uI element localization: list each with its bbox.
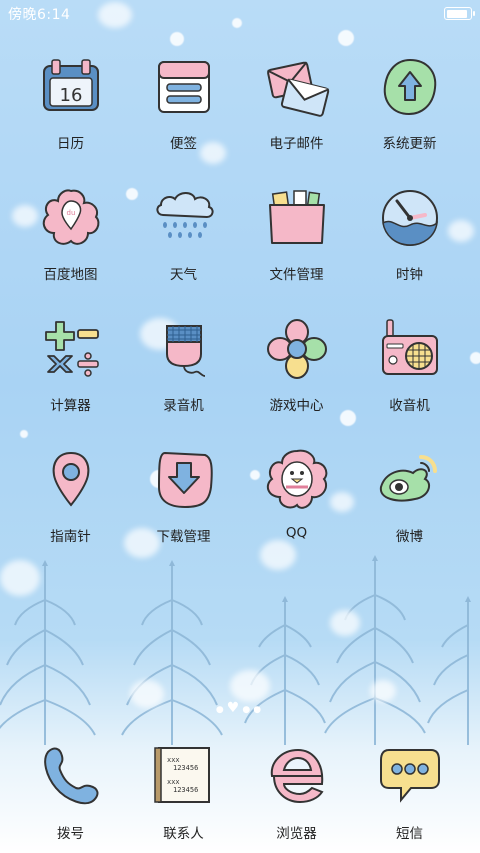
chat-bubble-icon [379,749,440,803]
app-clock[interactable]: 时钟 [353,185,466,295]
battery-icon [444,7,475,20]
app-label: 游戏中心 [269,398,324,414]
folder-icon [268,190,325,244]
calendar-date: 16 [59,85,82,106]
rain-cloud-icon [155,192,214,238]
clock-icon [381,190,438,246]
app-label: 下载管理 [156,529,211,545]
battery-level [446,9,467,18]
app-baidu-maps[interactable]: du 百度地图 [14,185,127,295]
app-label: QQ [285,525,308,541]
penguin-icon [266,449,327,509]
app-notes[interactable]: 便签 [127,54,240,164]
download-icon [157,451,213,509]
app-label: 日历 [57,136,84,152]
app-label: 系统更新 [382,136,437,152]
calendar-icon: 16 [42,59,99,111]
app-label: 时钟 [396,267,423,283]
phone-icon [43,747,98,805]
app-label: 联系人 [163,826,204,842]
app-label: 收音机 [389,398,430,414]
app-label: 百度地图 [43,267,98,283]
app-label: 微博 [396,529,423,545]
app-dialer[interactable]: 拨号 [14,742,127,852]
map-flower-icon: du [42,189,99,245]
dock: 拨号 xxx 123456 xxx 123456 联系人 浏览器 短信 [14,742,466,847]
app-recorder[interactable]: 录音机 [127,316,240,426]
app-download-manager[interactable]: 下载管理 [127,447,240,557]
app-calculator[interactable]: 计算器 [14,316,127,426]
app-label: 电子邮件 [269,136,324,152]
app-label: 短信 [396,826,423,842]
notes-icon [157,61,210,113]
flower-icon [266,319,327,379]
app-contacts[interactable]: xxx 123456 xxx 123456 联系人 [127,742,240,852]
microphone-icon [165,325,205,377]
app-label: 文件管理 [269,267,324,283]
svg-text:xxx: xxx [167,756,180,764]
contacts-card-icon: xxx 123456 xxx 123456 [153,747,210,803]
app-label: 浏览器 [276,826,317,842]
radio-icon [381,319,438,375]
app-weibo[interactable]: 微博 [353,447,466,557]
update-arrow-icon [383,58,436,116]
page-dot: ● [242,705,254,715]
app-calendar[interactable]: 16 日历 [14,54,127,164]
app-file-manager[interactable]: 文件管理 [240,185,353,295]
app-email[interactable]: 电子邮件 [240,54,353,164]
page-dot: ● [215,705,227,715]
app-label: 指南针 [50,529,91,545]
location-pin-icon [52,451,89,507]
page-indicator[interactable]: ●♥●● [0,700,480,716]
app-label: 拨号 [57,826,84,842]
app-label: 天气 [170,267,197,283]
status-bar: 傍晚6:14 [0,0,480,28]
page-dot-current-heart-icon: ♥ [226,700,243,716]
app-compass[interactable]: 指南针 [14,447,127,557]
svg-text:123456: 123456 [173,786,198,794]
app-qq[interactable]: QQ [240,447,353,557]
svg-text:du: du [66,209,75,217]
svg-text:123456: 123456 [173,764,198,772]
status-time: 傍晚6:14 [8,7,71,23]
app-label: 计算器 [50,398,91,414]
app-system-update[interactable]: 系统更新 [353,54,466,164]
email-icon [266,61,329,117]
page-dot: ● [253,705,265,715]
calculator-icon [44,321,99,377]
weibo-eye-icon [379,455,437,502]
app-browser[interactable]: 浏览器 [240,742,353,852]
app-label: 便签 [170,136,197,152]
app-weather[interactable]: 天气 [127,185,240,295]
app-radio[interactable]: 收音机 [353,316,466,426]
app-game-center[interactable]: 游戏中心 [240,316,353,426]
app-label: 录音机 [163,398,204,414]
svg-text:xxx: xxx [167,778,180,786]
app-sms[interactable]: 短信 [353,742,466,852]
browser-e-icon [270,748,324,804]
